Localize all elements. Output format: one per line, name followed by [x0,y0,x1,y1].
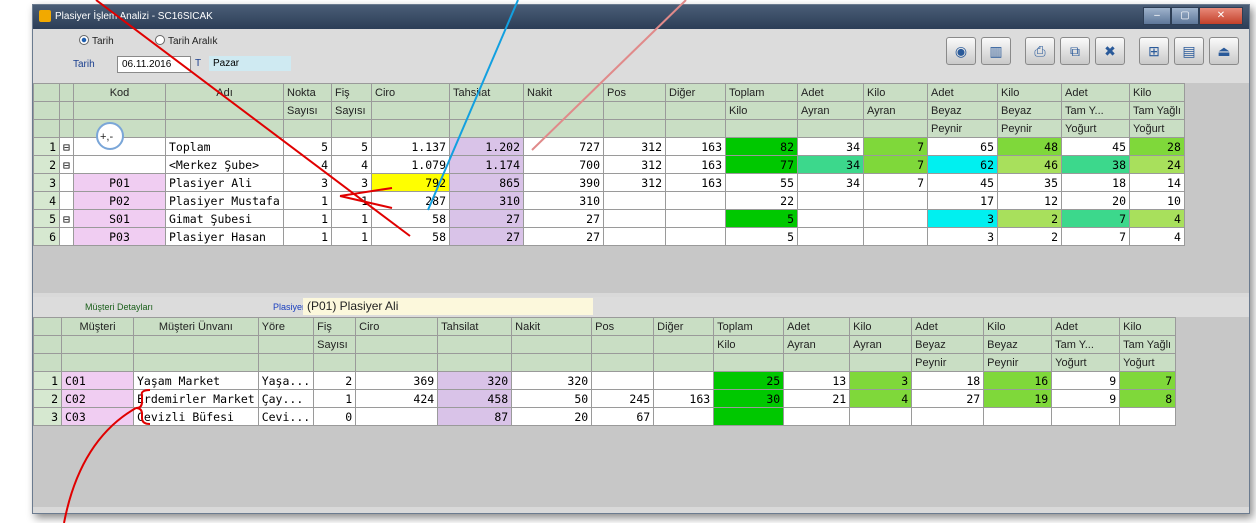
pink-pointer-line [531,0,687,151]
red-bracket [135,389,151,425]
blue-pointer-line [427,0,519,211]
expand-hint-text: +,- [100,131,113,143]
annotation-overlay: +,- [63,0,687,523]
red-bracket-line [63,407,137,523]
red-arrow-line [339,195,393,209]
